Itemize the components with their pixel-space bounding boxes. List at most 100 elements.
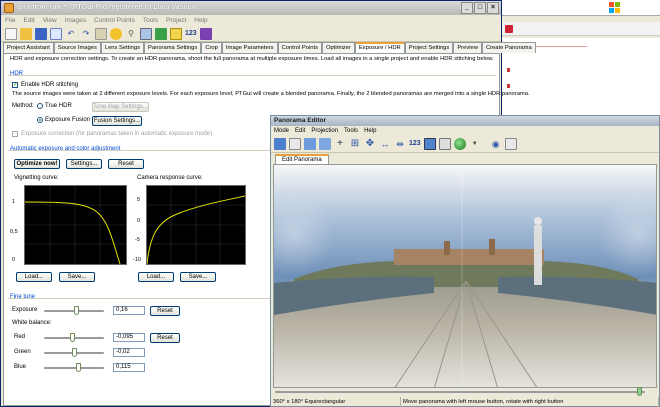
pano-menu-mode[interactable]: Mode [274,126,289,136]
grid-icon[interactable] [423,138,436,150]
panorama-slider-thumb[interactable] [637,387,642,396]
tab-exposure-hdr[interactable]: Exposure / HDR [354,42,405,53]
green-value-field[interactable]: -0,02 [113,348,145,357]
open-folder-icon[interactable] [20,27,32,40]
straighten-icon[interactable]: ↔ [379,138,391,150]
level-icon[interactable]: ⇹ [394,138,406,150]
panel-description: HDR and exposure correction settings. To… [10,56,494,62]
exposure-value-field[interactable]: 0,16 [113,306,145,315]
exposure-reset-button[interactable]: Reset [150,306,180,316]
windows-logo-icon [609,2,621,14]
pano-menu-edit[interactable]: Edit [295,126,305,136]
layers-icon[interactable] [319,138,331,150]
menu-tools[interactable]: Tools [143,15,158,26]
fit-icon[interactable]: ⊞ [349,138,361,150]
red-slider-thumb[interactable] [70,333,75,342]
undo-icon[interactable]: ↶ [65,28,77,40]
table-icon[interactable] [155,27,167,40]
mask-icon[interactable] [170,27,182,40]
green-slider-thumb[interactable] [72,348,77,357]
tab-crop[interactable]: Crop [201,42,222,53]
main-tabbar: Project Assistant Source Images Lens Set… [3,42,536,53]
vignetting-curve-label: Vignetting curve: [14,175,59,181]
window-title: pra-from raw * - PTGui Pro registered to… [19,4,196,11]
camera-tick-minus10: -10 [133,257,141,263]
panorama-editor-icon[interactable] [95,27,107,40]
exposure-correction-checkbox[interactable] [12,131,18,137]
tab-project-assistant[interactable]: Project Assistant [3,42,54,53]
save-icon[interactable] [35,27,47,40]
tab-source-images[interactable]: Source Images [53,42,101,53]
fusion-settings-button[interactable]: Fusion Settings... [92,116,142,126]
edit-individual-icon[interactable] [289,138,301,150]
panorama-editor-window: Panorama Editor Mode Edit Projection Too… [270,115,660,407]
exposure-fusion-radio[interactable] [37,117,43,123]
crosshair-icon[interactable]: + [334,138,346,150]
panorama-horizontal-slider[interactable] [275,391,645,393]
control-points-icon[interactable] [140,27,152,40]
dropdown-arrow-icon[interactable]: ▼ [469,138,481,150]
batch-builder-icon[interactable] [199,27,212,40]
red-label: Red [14,334,26,340]
tone-map-settings-button[interactable]: Tone Map Settings... [92,102,149,112]
pano-menu-projection[interactable]: Projection [311,126,338,136]
menu-help[interactable]: Help [194,15,207,26]
white-balance-reset-button[interactable]: Reset [150,333,180,343]
tab-control-points[interactable]: Control Points [277,42,322,53]
menu-file[interactable]: File [5,15,15,26]
vignetting-save-button[interactable]: Save... [59,272,95,282]
show-window-icon[interactable] [504,138,517,150]
tab-lens-settings[interactable]: Lens Settings [100,42,144,53]
globe-icon[interactable] [453,138,466,150]
menu-edit[interactable]: Edit [23,15,34,26]
pano-menu-tools[interactable]: Tools [344,126,358,136]
camera-save-button[interactable]: Save... [180,272,216,282]
exposure-slider-thumb[interactable] [74,306,79,315]
blue-slider-track[interactable] [44,367,104,369]
blue-slider-thumb[interactable] [76,363,81,372]
numeric-transform-icon[interactable]: 123 [409,138,421,150]
hdr-info-text: The source images were taken at 2 differ… [12,91,530,97]
image-stack-icon[interactable] [304,138,316,150]
camera-load-button[interactable]: Load... [138,272,174,282]
blue-value-field[interactable]: 0,115 [113,363,145,372]
redo-icon[interactable]: ↷ [80,28,92,40]
vignetting-load-button[interactable]: Load... [16,272,52,282]
tab-panorama-settings[interactable]: Panorama Settings [144,42,202,53]
maximize-button[interactable]: □ [474,2,486,14]
tab-create-panorama[interactable]: Create Panorama [481,42,536,53]
main-titlebar: pra-from raw * - PTGui Pro registered to… [1,1,501,15]
lightbulb-icon[interactable] [110,27,122,40]
panorama-preview[interactable] [273,164,657,388]
menu-control-points[interactable]: Control Points [94,15,135,26]
tab-image-parameters[interactable]: Image Parameters [221,42,278,53]
camera-response-label: Camera response curve: [137,175,203,181]
red-value-field[interactable]: -0,095 [113,333,145,342]
vignetting-tick-05: 0,5 [10,229,18,235]
close-button[interactable]: × [487,2,499,14]
background-window-toolbar [501,22,660,36]
eye-icon[interactable]: ◉ [490,138,502,150]
tab-project-settings[interactable]: Project Settings [404,42,454,53]
tab-edit-panorama[interactable]: Edit Panorama [275,154,329,164]
true-hdr-radio[interactable] [37,103,43,109]
optimize-now-button[interactable]: Optimize now! [14,159,60,169]
tab-preview[interactable]: Preview [453,42,482,53]
numeric-transform-icon[interactable]: 123 [185,28,197,40]
zoom-icon[interactable]: ⚲ [125,28,137,40]
menu-project[interactable]: Project [166,15,186,26]
menu-images[interactable]: Images [65,15,86,26]
menu-view[interactable]: View [43,15,57,26]
exposure-settings-button[interactable]: Settings... [66,159,102,169]
new-project-icon[interactable] [5,27,17,40]
show-images-icon[interactable] [274,138,286,150]
projection-icon[interactable] [438,138,451,150]
enable-hdr-checkbox[interactable]: ✓ [12,82,18,88]
minimize-button[interactable]: _ [461,2,473,14]
tab-optimizer[interactable]: Optimizer [322,42,355,53]
pano-menu-help[interactable]: Help [364,126,376,136]
save-as-icon[interactable] [50,27,62,40]
center-icon[interactable]: ✥ [364,138,376,150]
auto-exposure-reset-button[interactable]: Reset [108,159,144,169]
vignetting-tick-0: 0 [12,257,16,263]
